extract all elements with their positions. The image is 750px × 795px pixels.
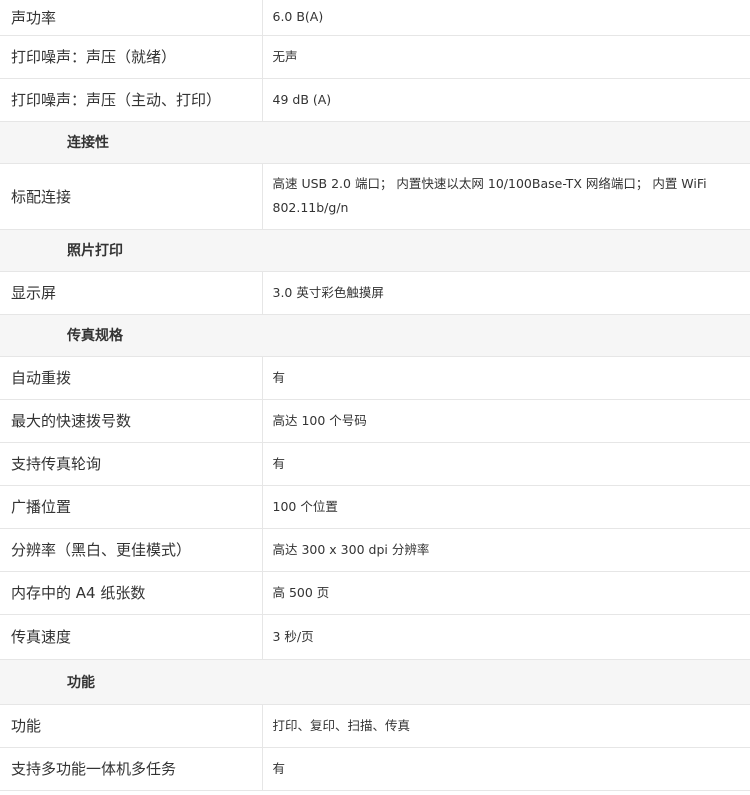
spec-table: 声功率 6.0 B(A) 打印噪声：声压（就绪） 无声 打印噪声：声压（主动、打… bbox=[0, 0, 750, 791]
spec-label: 广播位置 bbox=[0, 485, 263, 529]
spec-label: 支持传真轮询 bbox=[0, 442, 263, 486]
spec-value: 100 个位置 bbox=[262, 485, 750, 529]
spec-label: 支持多功能一体机多任务 bbox=[0, 747, 263, 791]
spec-row: 标配连接 高速 USB 2.0 端口； 内置快速以太网 10/100Base-T… bbox=[0, 163, 750, 230]
spec-label: 内存中的 A4 纸张数 bbox=[0, 571, 263, 615]
spec-value: 高速 USB 2.0 端口； 内置快速以太网 10/100Base-TX 网络端… bbox=[262, 163, 750, 230]
spec-value: 高达 100 个号码 bbox=[262, 399, 750, 443]
spec-row: 传真速度 3 秒/页 bbox=[0, 614, 750, 660]
section-header: 连接性 bbox=[0, 121, 750, 164]
spec-row: 内存中的 A4 纸张数 高 500 页 bbox=[0, 571, 750, 615]
spec-row: 广播位置 100 个位置 bbox=[0, 485, 750, 529]
spec-value: 有 bbox=[262, 442, 750, 486]
spec-row: 自动重拨 有 bbox=[0, 356, 750, 400]
spec-value: 3.0 英寸彩色触摸屏 bbox=[262, 271, 750, 315]
spec-label: 分辨率（黑白、更佳模式） bbox=[0, 528, 263, 572]
section-title: 连接性 bbox=[0, 121, 750, 164]
section-title: 功能 bbox=[0, 659, 750, 705]
spec-value: 有 bbox=[262, 747, 750, 791]
spec-label: 显示屏 bbox=[0, 271, 263, 315]
spec-label: 最大的快速拨号数 bbox=[0, 399, 263, 443]
spec-label: 功能 bbox=[0, 704, 263, 748]
spec-label: 打印噪声：声压（主动、打印） bbox=[0, 78, 263, 122]
spec-value: 3 秒/页 bbox=[262, 614, 750, 660]
spec-label: 声功率 bbox=[0, 0, 263, 36]
spec-row: 打印噪声：声压（主动、打印） 49 dB (A) bbox=[0, 78, 750, 122]
section-title: 照片打印 bbox=[0, 229, 750, 272]
spec-row: 声功率 6.0 B(A) bbox=[0, 0, 750, 36]
spec-label: 打印噪声：声压（就绪） bbox=[0, 35, 263, 79]
spec-row: 功能 打印、复印、扫描、传真 bbox=[0, 704, 750, 748]
spec-value: 6.0 B(A) bbox=[262, 0, 750, 36]
spec-row: 分辨率（黑白、更佳模式） 高达 300 x 300 dpi 分辨率 bbox=[0, 528, 750, 572]
spec-row: 显示屏 3.0 英寸彩色触摸屏 bbox=[0, 271, 750, 315]
spec-value: 打印、复印、扫描、传真 bbox=[262, 704, 750, 748]
spec-value: 高 500 页 bbox=[262, 571, 750, 615]
spec-value: 有 bbox=[262, 356, 750, 400]
section-header: 传真规格 bbox=[0, 314, 750, 357]
spec-row: 支持传真轮询 有 bbox=[0, 442, 750, 486]
spec-label: 传真速度 bbox=[0, 614, 263, 660]
section-title: 传真规格 bbox=[0, 314, 750, 357]
spec-label: 自动重拨 bbox=[0, 356, 263, 400]
spec-value: 无声 bbox=[262, 35, 750, 79]
spec-row: 最大的快速拨号数 高达 100 个号码 bbox=[0, 399, 750, 443]
spec-row: 打印噪声：声压（就绪） 无声 bbox=[0, 35, 750, 79]
section-header: 照片打印 bbox=[0, 229, 750, 272]
spec-label: 标配连接 bbox=[0, 163, 263, 230]
spec-value: 49 dB (A) bbox=[262, 78, 750, 122]
spec-value: 高达 300 x 300 dpi 分辨率 bbox=[262, 528, 750, 572]
spec-row: 支持多功能一体机多任务 有 bbox=[0, 747, 750, 791]
section-header: 功能 bbox=[0, 659, 750, 705]
